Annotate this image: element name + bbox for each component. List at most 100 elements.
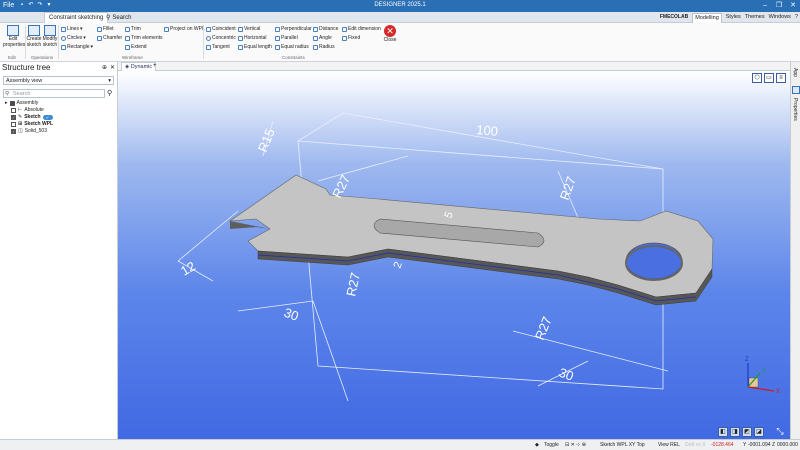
grid-label: Grid vs X xyxy=(685,442,706,448)
window-icon[interactable]: ▭ xyxy=(764,73,774,83)
toggle-button[interactable]: Toggle xyxy=(544,442,559,449)
menu-icon[interactable]: ≡ xyxy=(776,73,786,83)
distance-button[interactable]: Distance xyxy=(313,26,338,32)
chamfer-button[interactable]: Chamfer xyxy=(97,35,122,41)
snap-icons[interactable]: ⊟ ✕ ⊹ ⊕ xyxy=(565,442,586,449)
group-label-wireframe: Wireframe xyxy=(122,55,143,60)
wpl-icon: ⊞ xyxy=(18,121,23,127)
redo-icon[interactable]: ↷ xyxy=(36,1,44,10)
checkbox[interactable] xyxy=(11,108,16,113)
tree-item-sketch[interactable]: ✓ ✎ Sketch ✓ xyxy=(5,114,53,121)
ribbon-separator xyxy=(58,25,59,59)
circles-button[interactable]: Circles ▾ xyxy=(61,35,86,41)
dim-30-b: 30 xyxy=(557,365,576,384)
tree-item-solid[interactable]: ✓ ◫ Solid_503 xyxy=(5,128,53,135)
perpendicular-button[interactable]: Perpendicular xyxy=(275,26,312,32)
edit-dimension-button[interactable]: Edit dimension xyxy=(342,26,381,32)
trim-button[interactable]: Trim xyxy=(125,26,141,32)
toggle-icon[interactable]: ◆ xyxy=(535,442,539,449)
dim-r27-c: R27 xyxy=(343,271,363,297)
y-label: Y xyxy=(743,442,747,448)
tree-item-assembly[interactable]: ▸ Assembly xyxy=(5,100,53,107)
dim-30-a: 30 xyxy=(282,305,301,324)
save-icon[interactable]: ▪ xyxy=(18,1,26,10)
dim-2: 2 xyxy=(392,260,405,270)
search-icon: ⚲ xyxy=(5,91,10,97)
perpendicular-icon xyxy=(275,26,280,32)
pin-icon[interactable]: ⊕ xyxy=(102,64,107,71)
filter-icon[interactable]: ⚲ xyxy=(107,89,112,97)
dropdown-icon[interactable]: ▾ xyxy=(45,1,53,10)
concentric-button[interactable]: Concentric xyxy=(206,35,236,41)
expand-arrow-icon[interactable]: ▸ xyxy=(5,100,8,107)
status-bar: ◆ Toggle ⊟ ✕ ⊹ ⊕ Sketch WPL XY Top View … xyxy=(0,439,800,450)
close-panel-icon[interactable]: ✕ xyxy=(110,64,115,71)
view-iso-icon[interactable]: ◧ xyxy=(718,427,728,437)
fillet-button[interactable]: Fillet xyxy=(97,26,114,32)
rectangle-button[interactable]: Rectangle ▾ xyxy=(61,44,93,50)
edit-properties-button[interactable]: Edit properties xyxy=(3,25,25,48)
assembly-icon xyxy=(9,101,15,106)
axes-icon: ⊢ xyxy=(18,107,23,113)
maximize-button[interactable]: ❐ xyxy=(772,0,786,11)
equal-radius-button[interactable]: Equal radius xyxy=(275,44,309,50)
group-label-constraints: Constraints xyxy=(282,55,305,60)
tab-dynamic[interactable]: ◈ Dynamic xyxy=(121,62,157,71)
line-icon xyxy=(61,26,66,32)
minimize-button[interactable]: – xyxy=(758,0,772,11)
trim-elements-button[interactable]: Trim elements xyxy=(125,35,163,41)
lines-button[interactable]: Lines ▾ xyxy=(61,26,82,32)
coincident-button[interactable]: Coincident xyxy=(206,26,236,32)
file-menu[interactable]: File xyxy=(3,2,14,9)
ribbon-tab-row: Constraint sketching ⚲ Search FMECOLAB M… xyxy=(0,12,800,24)
undo-icon[interactable]: ↶ xyxy=(27,1,35,10)
angle-button[interactable]: Angle xyxy=(313,35,332,41)
properties-tab[interactable]: Properties xyxy=(792,98,798,121)
dim-12: 12 xyxy=(178,258,198,278)
view-box-icon[interactable]: ◨ xyxy=(730,427,740,437)
radius-button[interactable]: Radius xyxy=(313,44,335,50)
app-tab[interactable]: App xyxy=(792,68,798,77)
modify-sketch-button[interactable]: Modify sketch xyxy=(42,25,58,48)
sketch-icon: ✎ xyxy=(18,114,23,120)
axis-triad: X Y Z xyxy=(745,357,780,395)
tree-search-input[interactable]: ⚲ Search xyxy=(3,89,105,98)
tangent-button[interactable]: Tangent xyxy=(206,44,230,50)
properties-icon[interactable] xyxy=(792,86,800,94)
checkbox[interactable]: ✓ xyxy=(11,129,16,134)
project-on-wpl-button[interactable]: Project on WPL xyxy=(164,26,205,32)
zoom-window-icon[interactable]: ⤡ xyxy=(774,425,786,437)
checkbox[interactable] xyxy=(11,122,16,127)
create-sketch-button[interactable]: Create sketch xyxy=(26,25,42,48)
radius-icon xyxy=(313,44,318,50)
view-wire-icon[interactable]: ◪ xyxy=(754,427,764,437)
wrench-solid xyxy=(228,174,714,306)
view-shade-icon[interactable]: ◩ xyxy=(742,427,752,437)
ribbon-separator xyxy=(203,25,204,59)
z-coordinate: 0000.000 xyxy=(777,442,798,448)
checkbox[interactable]: ✓ xyxy=(11,115,16,120)
right-side-panel: App Properties xyxy=(790,62,800,439)
parallel-button[interactable]: Parallel xyxy=(275,35,298,41)
fixed-button[interactable]: Fixed xyxy=(342,35,360,41)
window-controls: – ❐ ✕ xyxy=(758,0,800,11)
add-view-button[interactable]: + xyxy=(153,62,157,71)
angle-icon xyxy=(313,35,318,41)
3d-viewport[interactable]: 100 R15 R27 R27 R27 R27 12 30 30 5 2 X Y xyxy=(118,71,790,439)
horizontal-button[interactable]: Horizontal xyxy=(238,35,267,41)
equal-length-button[interactable]: Equal length xyxy=(238,44,272,50)
dim-100: 100 xyxy=(476,122,499,139)
view-dropdown[interactable]: Assembly view ▾ xyxy=(3,76,114,85)
close-sketch-button[interactable]: ✕ Close xyxy=(381,25,399,44)
extend-button[interactable]: Extend xyxy=(125,44,147,50)
ribbon-search[interactable]: ⚲ Search xyxy=(106,13,131,22)
view-cube-icon[interactable]: ⬡ xyxy=(752,73,762,83)
vertical-button[interactable]: Vertical xyxy=(238,26,260,32)
view-toolbar: ⬡ ▭ ≡ xyxy=(752,73,786,83)
group-label-operations: Operations xyxy=(31,55,54,60)
tree-item-absolute[interactable]: ⊢ Absolute xyxy=(5,107,53,114)
tab-constraint-sketching[interactable]: Constraint sketching xyxy=(44,12,109,23)
close-window-button[interactable]: ✕ xyxy=(786,0,800,11)
tree-item-sketch-wpl[interactable]: ⊞ Sketch WPL xyxy=(5,121,53,128)
rectangle-icon xyxy=(61,44,66,50)
